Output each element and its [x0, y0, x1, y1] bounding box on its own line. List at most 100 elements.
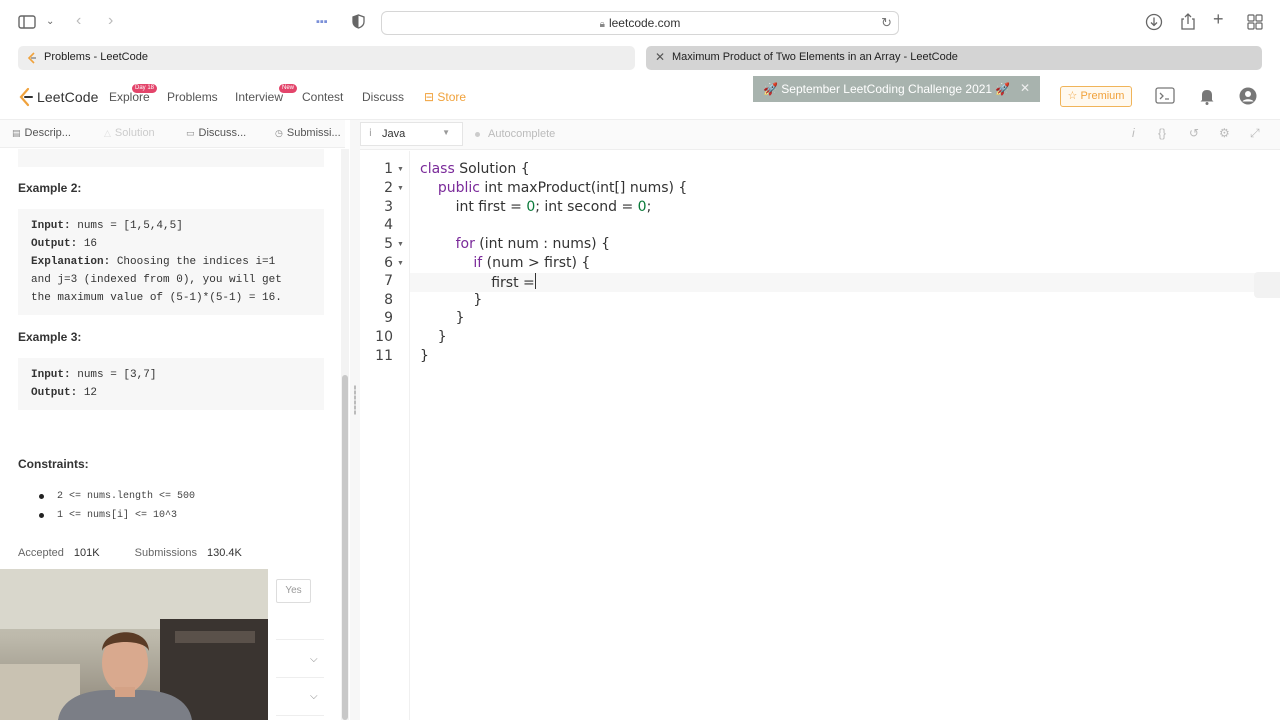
nav-discuss[interactable]: Discuss: [362, 90, 404, 104]
constraints-list: 2 <= nums.length <= 500 1 <= nums[i] <= …: [38, 490, 196, 528]
line-number: 5: [384, 236, 393, 252]
tab-description[interactable]: ▤ Descrip...: [12, 127, 71, 139]
code-token: =: [523, 275, 535, 291]
line-number: 9: [384, 310, 393, 326]
code-line[interactable]: }: [420, 329, 447, 345]
explanation-label: Explanation:: [31, 256, 111, 268]
challenge-banner[interactable]: 🚀 September LeetCoding Challenge 2021 🚀 …: [753, 76, 1040, 102]
forward-icon[interactable]: ›: [108, 13, 113, 29]
code-token: =: [510, 199, 522, 215]
download-icon[interactable]: [1145, 13, 1163, 34]
chevron-down-icon[interactable]: ⌵: [310, 691, 318, 702]
nav-store[interactable]: ⊟ Store: [424, 90, 466, 104]
panel-splitter[interactable]: [350, 120, 360, 720]
leetcode-logo-icon[interactable]: [18, 87, 34, 107]
chevron-down-icon[interactable]: ⌄: [46, 14, 54, 30]
browser-tab-title: Maximum Product of Two Elements in an Ar…: [672, 51, 958, 63]
lock-icon: 🔒︎: [599, 19, 605, 30]
tab-overview-icon[interactable]: [1247, 14, 1263, 33]
browser-toolbar: ⌄ ‹ › ▪▪▪ 🔒︎ leetcode.com ↻ +: [0, 0, 1280, 46]
input-value: nums = [3,7]: [77, 369, 157, 381]
line-number: 4: [384, 217, 393, 233]
explanation-text: Choosing the indices i=1: [116, 256, 276, 268]
reload-icon[interactable]: ↻: [881, 15, 892, 31]
clock-icon: ◷: [275, 128, 283, 138]
nav-problems[interactable]: Problems: [167, 90, 218, 104]
browser-tab-problem-detail[interactable]: ✕ Maximum Product of Two Elements in an …: [646, 46, 1262, 70]
code-line[interactable]: int first = 0; int second = 0;: [420, 199, 652, 215]
output-label: Output:: [31, 387, 78, 399]
side-panel-hint[interactable]: [1254, 272, 1280, 298]
nav-interview[interactable]: Interview: [235, 90, 283, 104]
tab-submissions[interactable]: ◷ Submissi...: [275, 127, 341, 139]
premium-button[interactable]: ☆ Premium: [1060, 86, 1132, 107]
code-line[interactable]: public int maxProduct(int[] nums) {: [420, 180, 688, 196]
extensions-icon[interactable]: ▪▪▪: [316, 14, 328, 30]
left-scrollbar-thumb[interactable]: [342, 375, 348, 720]
autocomplete-toggle[interactable]: Autocomplete: [475, 128, 555, 140]
close-icon[interactable]: ✕: [655, 50, 665, 64]
submissions-label: Submissions: [134, 547, 197, 559]
info-icon[interactable]: i: [1132, 126, 1135, 140]
reset-icon[interactable]: ↺: [1189, 126, 1199, 140]
bell-icon[interactable]: [1199, 87, 1215, 110]
chevron-down-icon[interactable]: ⌵: [310, 654, 318, 665]
settings-icon[interactable]: ⚙: [1219, 126, 1230, 140]
code-token: }: [420, 310, 465, 326]
braces-icon[interactable]: {}: [1158, 126, 1166, 140]
webcam-overlay: [0, 569, 268, 720]
input-label: Input:: [31, 369, 71, 381]
code-line[interactable]: }: [420, 348, 429, 364]
code-token: Solution {: [454, 161, 530, 177]
language-select[interactable]: ⅰ Java ▼: [360, 122, 463, 146]
code-token: class: [420, 161, 455, 177]
nav-contest[interactable]: Contest: [302, 90, 343, 104]
sidebar-toggle-icon[interactable]: [18, 15, 36, 32]
fold-arrow-icon[interactable]: ▼: [397, 166, 404, 173]
code-token: int first: [420, 199, 511, 215]
code-line[interactable]: first =: [420, 273, 536, 291]
url-text: leetcode.com: [608, 16, 681, 30]
code-token: (int num : nums) {: [474, 236, 610, 252]
fold-arrow-icon[interactable]: ▼: [397, 260, 404, 267]
accepted-value: 101K: [73, 547, 100, 559]
code-token: public: [437, 180, 480, 196]
code-line[interactable]: }: [420, 292, 482, 308]
tab-discuss[interactable]: ▭ Discuss...: [186, 127, 246, 139]
fullscreen-icon[interactable]: ⤢: [1250, 126, 1260, 141]
chevron-down-icon: ▼: [442, 128, 450, 137]
code-line[interactable]: if (num > first) {: [420, 255, 590, 271]
code-token: first: [420, 275, 524, 291]
fold-arrow-icon[interactable]: ▼: [397, 241, 404, 248]
challenge-text: 🚀 September LeetCoding Challenge 2021 🚀: [763, 82, 1011, 96]
example-3-block: Input: nums = [3,7] Output: 12: [18, 358, 324, 410]
close-icon[interactable]: ✕: [1020, 81, 1030, 95]
tab-label: Discuss...: [198, 127, 247, 139]
stats-row: Accepted 101K Submissions 130.4K: [18, 547, 242, 559]
tab-solution[interactable]: △ Solution: [104, 127, 155, 139]
nav-store-label: Store: [437, 90, 467, 104]
new-tab-icon[interactable]: +: [1213, 10, 1224, 28]
logo-text[interactable]: LeetCode: [37, 89, 99, 105]
toggle-dot-icon: [475, 131, 480, 137]
browser-tab-problems[interactable]: Problems - LeetCode: [18, 46, 635, 70]
code-line[interactable]: for (int num : nums) {: [420, 236, 610, 252]
address-bar[interactable]: 🔒︎ leetcode.com ↻: [381, 11, 899, 35]
tab-label: Solution: [114, 127, 155, 139]
yes-button[interactable]: Yes: [276, 579, 311, 603]
shield-icon[interactable]: [352, 14, 365, 32]
code-editor[interactable]: 1 ▼ 2 ▼ 3 4 5 ▼ 6 ▼ 7 8 9 10 11 class So…: [360, 151, 1280, 720]
playground-icon[interactable]: [1155, 87, 1175, 110]
code-line[interactable]: class Solution {: [420, 161, 530, 177]
share-icon[interactable]: [1180, 12, 1196, 34]
avatar-icon[interactable]: [1239, 87, 1257, 110]
divider: [276, 677, 324, 678]
example-2-title: Example 2:: [18, 181, 82, 195]
fold-arrow-icon[interactable]: ▼: [397, 185, 404, 192]
back-icon[interactable]: ‹: [76, 13, 81, 29]
code-line[interactable]: }: [420, 310, 465, 326]
constraint-item: 2 <= nums.length <= 500: [38, 491, 196, 502]
